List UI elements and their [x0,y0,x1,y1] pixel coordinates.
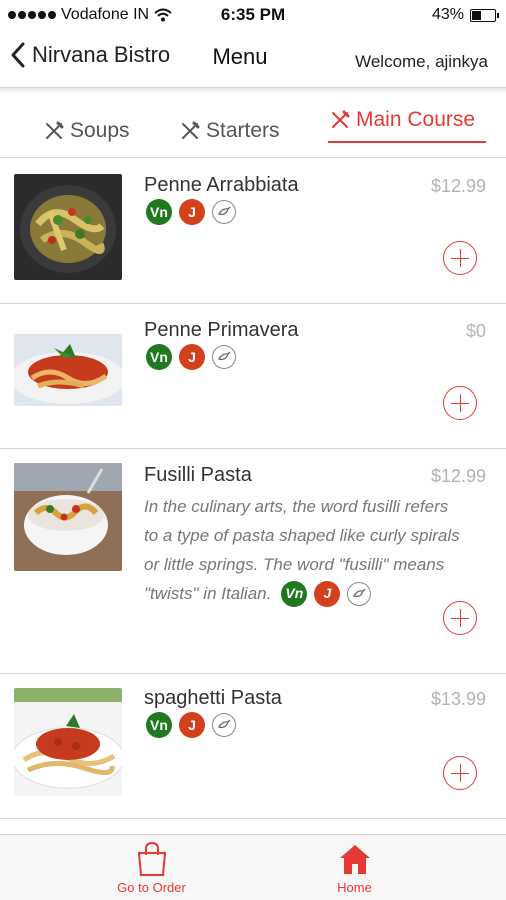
tab-home-label: Home [337,880,372,895]
dish-photo [14,174,122,280]
add-to-order-button[interactable] [443,241,477,275]
status-time: 6:35 PM [220,5,286,24]
home-icon [339,845,370,874]
status-bar: Vodafone IN 6:35 PM 43% [0,0,506,30]
dish-price: $12.99 [430,466,486,486]
shopping-bag-icon [137,841,166,876]
menu-item-list: Penne Arrabbiata $12.99 Vn J Penne Prima… [0,159,506,819]
tab-home[interactable]: Home [228,841,481,895]
navigation-bar: Nirvana Bistro Menu Welcome, ajinkya [0,30,506,88]
spicy-icon [212,345,236,369]
dish-name: spaghetti Pasta [144,687,282,709]
veg-badge: Vn [146,344,172,370]
utensils-icon [182,121,200,139]
menu-item[interactable]: Penne Arrabbiata $12.99 Vn J [0,159,506,304]
veg-badge: Vn [281,580,308,607]
tab-soups[interactable]: Soups [44,119,130,143]
jain-badge: J [179,344,205,370]
dish-photo [14,463,122,571]
dish-description-line: or little springs. The word "fusilli" me… [144,555,445,574]
add-to-order-button[interactable] [443,601,477,635]
back-button-label: Nirvana Bistro [32,42,171,67]
tab-soups-label: Soups [70,119,130,142]
jain-badge: J [314,580,341,607]
dish-badges: Vn J [146,712,236,738]
dish-badges: Vn J [146,344,236,370]
spicy-icon [212,713,236,737]
tab-main-course[interactable]: Main Course [330,108,475,132]
dish-description-line: In the culinary arts, the word fusilli r… [144,497,449,516]
menu-item[interactable]: spaghetti Pasta $13.99 Vn J [0,674,506,819]
add-to-order-button[interactable] [443,386,477,420]
veg-badge: Vn [146,712,172,738]
utensils-icon [332,110,350,128]
nav-shadow [0,88,506,94]
add-to-order-button[interactable] [443,756,477,790]
dish-name: Penne Arrabbiata [144,174,299,196]
dish-description-line: to a type of pasta shaped like curly spi… [144,526,460,545]
dish-price: $13.99 [430,689,486,709]
dish-photo [14,334,122,406]
bottom-tab-bar: Go to Order Home [0,834,506,900]
page-title-text: Menu [212,44,268,69]
dish-badges: Vn J [146,199,236,225]
category-tabs: Soups Starters Main Course [0,96,506,158]
menu-item[interactable]: Penne Primavera $0 Vn J [0,304,506,449]
tab-starters-label: Starters [206,119,280,142]
dish-name: Fusilli Pasta [144,464,252,486]
battery-percent: 43% [431,6,464,23]
dish-price: $12.99 [430,176,486,196]
dish-photo [14,688,122,796]
active-tab-indicator [328,141,486,143]
tab-go-to-order-label: Go to Order [117,880,186,895]
dish-price: $0 [465,321,486,341]
back-button[interactable]: Nirvana Bistro [10,42,170,68]
dish-description: In the culinary arts, the word fusilli r… [144,492,489,608]
tab-starters[interactable]: Starters [180,119,280,143]
status-right: 43% [431,6,499,24]
dish-description-line: "twists" in Italian. [144,584,272,603]
battery-level [472,10,481,20]
tab-main-course-label: Main Course [356,108,476,131]
chevron-left-icon [11,42,25,68]
dish-name: Penne Primavera [144,319,299,341]
jain-badge: J [179,712,205,738]
spicy-icon [212,200,236,224]
battery-icon [470,8,499,22]
utensils-icon [46,121,64,139]
welcome-text: Welcome, ajinkya [355,52,488,71]
spicy-icon [347,581,372,606]
jain-badge: J [179,199,205,225]
dish-description-last-line: "twists" in Italian. Vn J [144,579,489,608]
menu-item[interactable]: Fusilli Pasta $12.99 In the culinary art… [0,449,506,674]
dish-badges: Vn J [281,580,372,607]
veg-badge: Vn [146,199,172,225]
